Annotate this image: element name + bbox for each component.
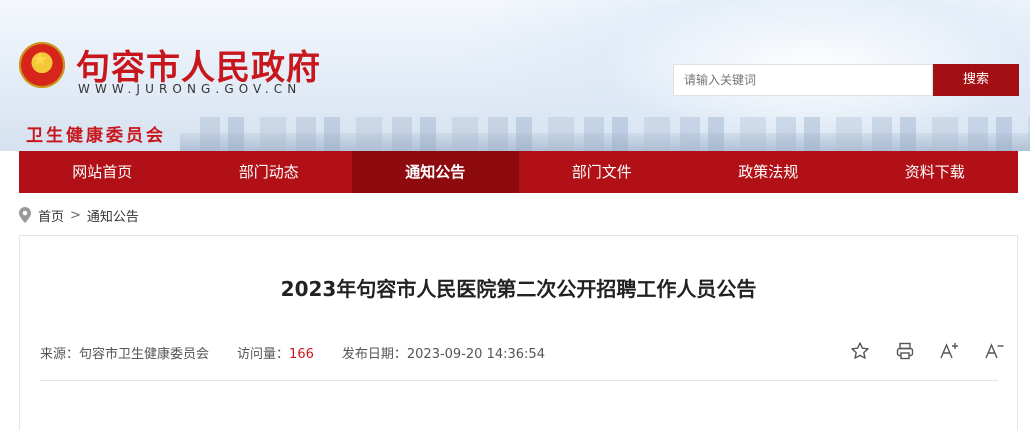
national-emblem-icon: ★ bbox=[19, 42, 65, 88]
date-value: 2023-09-20 14:36:54 bbox=[406, 347, 545, 362]
site-header: ★ 句容市人民政府 WWW.JURONG.GOV.CN 卫生健康委员会 搜索 bbox=[0, 0, 1030, 151]
source-label: 来源： bbox=[40, 347, 80, 362]
breadcrumb-current[interactable]: 通知公告 bbox=[87, 206, 139, 225]
breadcrumb-home-link[interactable]: 首页 bbox=[38, 206, 64, 225]
article-meta: 来源：句容市卫生健康委员会 访问量：166 发布日期：2023-09-20 14… bbox=[40, 343, 573, 362]
star-icon bbox=[850, 342, 869, 359]
article-title: 2023年句容市人民医院第二次公开招聘工作人员公告 bbox=[280, 277, 757, 301]
breadcrumb-separator: > bbox=[70, 207, 81, 223]
department-name: 卫生健康委员会 bbox=[26, 126, 166, 146]
location-pin-icon bbox=[19, 207, 31, 223]
nav-item-department-documents[interactable]: 部门文件 bbox=[519, 151, 686, 193]
nav-item-policies[interactable]: 政策法规 bbox=[685, 151, 852, 193]
nav-item-notices[interactable]: 通知公告 bbox=[352, 151, 519, 193]
font-decrease-button[interactable] bbox=[984, 340, 1006, 362]
font-increase-button[interactable] bbox=[939, 340, 961, 362]
site-domain: WWW.JURONG.GOV.CN bbox=[78, 82, 302, 96]
nav-item-downloads[interactable]: 资料下载 bbox=[852, 151, 1019, 193]
views-label: 访问量： bbox=[237, 347, 290, 362]
article-date: 发布日期：2023-09-20 14:36:54 bbox=[342, 343, 545, 362]
print-icon bbox=[896, 342, 913, 360]
header-skyline bbox=[200, 117, 1030, 151]
article-tools bbox=[837, 340, 1017, 362]
favorite-button[interactable] bbox=[849, 340, 871, 362]
date-label: 发布日期： bbox=[341, 347, 407, 362]
source-value: 句容市卫生健康委员会 bbox=[79, 347, 210, 362]
views-count: 166 bbox=[289, 347, 314, 362]
font-increase-icon bbox=[939, 343, 958, 359]
search-button[interactable]: 搜索 bbox=[933, 64, 1019, 96]
font-decrease-icon bbox=[984, 343, 1003, 359]
article-views: 访问量：166 bbox=[237, 343, 314, 362]
print-button[interactable] bbox=[894, 340, 916, 362]
search-input[interactable] bbox=[673, 64, 933, 96]
nav-item-home[interactable]: 网站首页 bbox=[19, 151, 186, 193]
breadcrumb: 首页 > 通知公告 bbox=[19, 206, 139, 225]
nav-item-department-news[interactable]: 部门动态 bbox=[186, 151, 353, 193]
meta-divider bbox=[40, 380, 998, 381]
article-source: 来源：句容市卫生健康委员会 bbox=[40, 343, 209, 362]
article-panel: 2023年句容市人民医院第二次公开招聘工作人员公告 来源：句容市卫生健康委员会 … bbox=[19, 235, 1018, 430]
main-nav: 网站首页 部门动态 通知公告 部门文件 政策法规 资料下载 bbox=[19, 151, 1018, 193]
